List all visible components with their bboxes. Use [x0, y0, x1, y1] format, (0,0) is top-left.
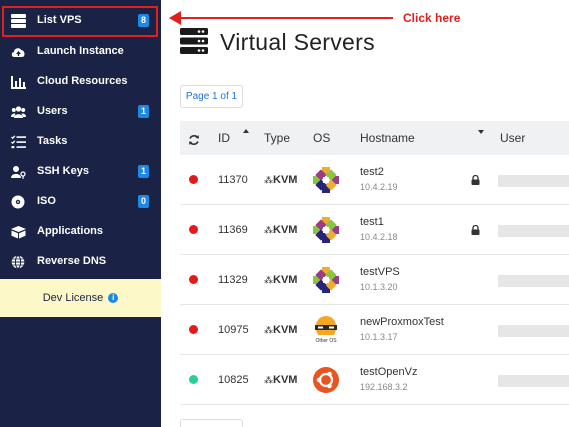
sidebar-item-label: Cloud Resources [37, 75, 128, 87]
column-header-os[interactable]: OS [313, 131, 330, 145]
status-indicator [189, 375, 198, 384]
sidebar-item-reverse-dns[interactable]: Reverse DNS [0, 247, 161, 277]
table-row[interactable]: 11369 ⁂KVM test1 10.4.2.18 [180, 205, 569, 255]
vps-id: 11370 [218, 174, 248, 186]
sidebar-item-label: Launch Instance [37, 45, 124, 57]
vps-type: ⁂KVM [264, 374, 298, 386]
vps-type: ⁂KVM [264, 324, 298, 336]
sidebar-item-label: Reverse DNS [37, 255, 107, 267]
sort-ascending-icon[interactable] [243, 129, 249, 133]
hostname[interactable]: newProxmoxTest [360, 316, 444, 328]
ip-address: 10.4.2.18 [360, 232, 398, 242]
centos-icon [313, 267, 339, 293]
column-header-id[interactable]: ID [218, 131, 230, 145]
hostname[interactable]: test1 [360, 216, 384, 228]
lock-icon [471, 175, 480, 185]
vps-id: 10975 [218, 324, 249, 336]
count-badge: 1 [138, 165, 149, 178]
sidebar-item-label: SSH Keys [37, 165, 89, 177]
user-cell-redacted [498, 325, 569, 337]
vps-id: 11369 [218, 224, 248, 236]
status-indicator [189, 175, 198, 184]
sort-descending-icon[interactable] [478, 130, 484, 134]
table-row[interactable]: 11329 ⁂KVM testVPS 10.1.3.20 [180, 255, 569, 305]
bottom-page-indicator[interactable] [180, 419, 243, 427]
ubuntu-icon [313, 367, 339, 393]
vps-type: ⁂KVM [264, 224, 298, 236]
dev-license-banner[interactable]: Dev License i [0, 279, 161, 317]
sidebar-item-tasks[interactable]: Tasks [0, 127, 161, 157]
sidebar-item-label: ISO [37, 195, 56, 207]
table-row[interactable]: 10825 ⁂KVM testOpenVz 192.168.3.2 [180, 355, 569, 405]
vps-type: ⁂KVM [264, 174, 298, 186]
table-row[interactable]: 10975 ⁂KVM Other OS newProxmoxTest 10.1.… [180, 305, 569, 355]
user-key-icon [11, 166, 26, 179]
user-cell-redacted [498, 375, 569, 387]
sidebar-item-applications[interactable]: Applications [0, 217, 161, 247]
column-header-user[interactable]: User [500, 131, 525, 145]
click-here-annotation: Click here [403, 11, 461, 25]
column-header-type[interactable]: Type [264, 131, 290, 145]
arrow-line [178, 17, 393, 19]
user-cell-redacted [498, 175, 569, 187]
sidebar-item-label: Tasks [37, 135, 68, 147]
ip-address: 10.1.3.17 [360, 332, 398, 342]
table-row[interactable]: 11370 ⁂KVM test2 10.4.2.19 [180, 155, 569, 205]
dev-license-label: Dev License [42, 292, 104, 304]
info-icon[interactable]: i [108, 293, 119, 303]
svg-text:Other OS: Other OS [315, 338, 337, 344]
sidebar-item-label: Applications [37, 225, 104, 237]
cloud-upload-icon [11, 48, 25, 57]
sidebar-item-label: Users [37, 105, 68, 117]
count-badge: 1 [138, 105, 149, 118]
centos-icon [313, 167, 339, 193]
sidebar-item-iso[interactable]: ISO 0 [0, 187, 161, 217]
globe-icon [11, 255, 25, 269]
server-list-icon [180, 28, 208, 54]
sidebar-item-launch-instance[interactable]: Launch Instance [0, 37, 161, 67]
lock-icon [471, 225, 480, 235]
page-title: Virtual Servers [220, 29, 375, 55]
centos-icon [313, 217, 339, 243]
other-os-icon: Other OS [315, 316, 337, 344]
boxes-icon [11, 226, 26, 239]
vps-type: ⁂KVM [264, 274, 298, 286]
disc-icon [11, 195, 25, 209]
table-header: ID Type OS Hostname User [180, 121, 569, 155]
status-indicator [189, 275, 198, 284]
vps-id: 10825 [218, 374, 249, 386]
page-indicator[interactable]: Page 1 of 1 [180, 85, 243, 108]
user-cell-redacted [498, 225, 569, 237]
hostname[interactable]: test2 [360, 166, 384, 178]
vps-id: 11329 [218, 274, 248, 286]
ip-address: 10.1.3.20 [360, 282, 398, 292]
ip-address: 10.4.2.19 [360, 182, 398, 192]
sidebar-item-cloud-resources[interactable]: Cloud Resources [0, 67, 161, 97]
users-icon [11, 106, 26, 118]
hostname[interactable]: testVPS [360, 266, 400, 278]
highlight-box [2, 6, 158, 37]
column-header-hostname[interactable]: Hostname [360, 131, 415, 145]
sidebar-item-ssh-keys[interactable]: SSH Keys 1 [0, 157, 161, 187]
task-list-icon [11, 135, 26, 149]
ip-address: 192.168.3.2 [360, 382, 408, 392]
sidebar: List VPS 8 Launch Instance Cloud Resourc… [0, 0, 161, 427]
status-indicator [189, 225, 198, 234]
sidebar-item-users[interactable]: Users 1 [0, 97, 161, 127]
hostname[interactable]: testOpenVz [360, 366, 417, 378]
count-badge: 0 [138, 195, 149, 208]
status-indicator [189, 325, 198, 334]
refresh-icon[interactable] [188, 134, 200, 146]
bar-chart-icon [11, 76, 26, 89]
user-cell-redacted [498, 275, 569, 287]
